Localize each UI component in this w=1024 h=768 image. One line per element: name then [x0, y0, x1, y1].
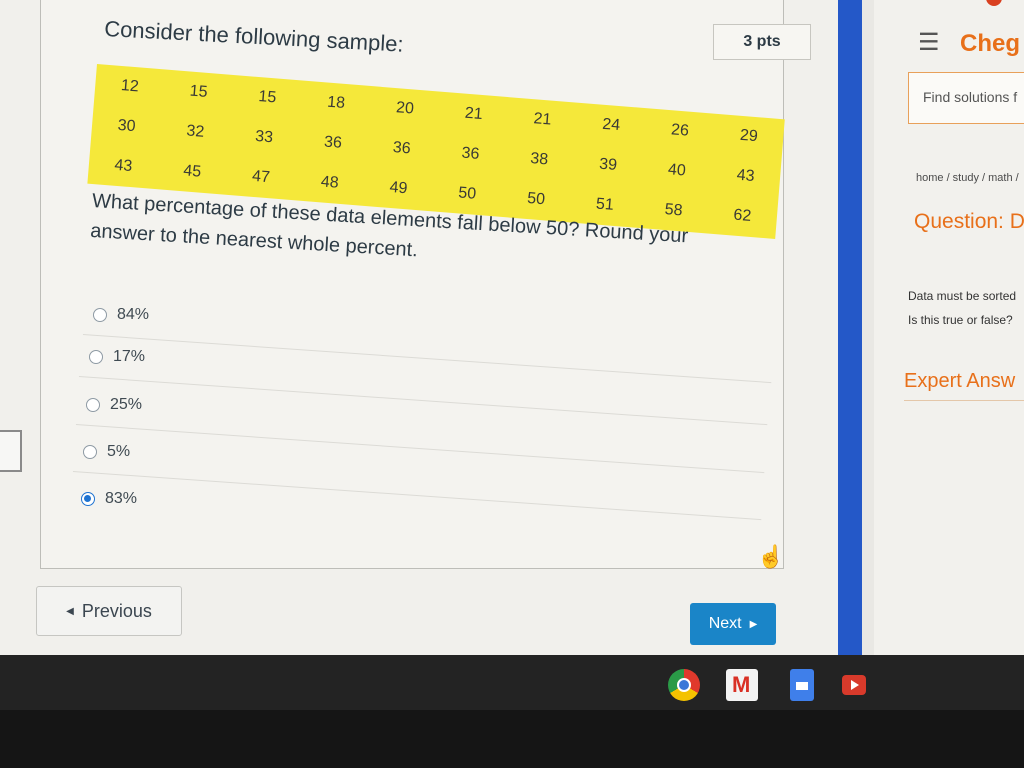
answer-option[interactable]: 83%	[81, 476, 137, 522]
sample-cell: 24	[601, 115, 621, 135]
docs-icon[interactable]	[790, 669, 814, 701]
right-triangle-icon: ▶	[749, 618, 758, 630]
sample-cell: 36	[323, 133, 343, 152]
answer-label: 83%	[105, 490, 138, 507]
sample-cell: 20	[395, 99, 415, 118]
radio-button[interactable]	[93, 308, 107, 322]
radio-button[interactable]	[86, 398, 100, 412]
sample-cell: 21	[532, 110, 553, 129]
sample-cell: 40	[667, 161, 687, 180]
sample-cell: 39	[598, 155, 618, 174]
left-triangle-icon: ◀	[66, 605, 74, 617]
sample-cell: 30	[117, 116, 137, 136]
divider-line	[904, 400, 1024, 401]
hamburger-menu-icon[interactable]: ☰	[918, 28, 940, 57]
quiz-page: 3 pts Consider the following sample: 12 1…	[0, 0, 838, 655]
question-snippet: Data must be sorted Is this true or fals…	[908, 284, 1016, 332]
divider-line	[75, 424, 765, 474]
sample-cell: 32	[185, 122, 205, 141]
question-card: 3 pts Consider the following sample: 12 1…	[40, 0, 811, 569]
sample-cell: 21	[464, 104, 484, 124]
sample-cell: 43	[736, 166, 756, 186]
taskbar	[0, 655, 1024, 768]
sample-cell: 26	[670, 121, 690, 140]
answer-option[interactable]: 25%	[75, 382, 765, 474]
question-prompt: Consider the following sample:	[103, 16, 405, 57]
chegg-logo[interactable]: Cheg	[960, 30, 1020, 58]
youtube-icon[interactable]	[842, 675, 866, 695]
answer-label: 25%	[110, 396, 143, 413]
gmail-icon[interactable]	[726, 669, 758, 701]
answer-option[interactable]: 17%	[78, 334, 768, 426]
previous-button[interactable]: ◀ Previous	[36, 586, 182, 636]
sample-cell: 38	[529, 150, 549, 169]
sample-cell: 36	[460, 144, 481, 163]
question-heading: Question: D	[914, 210, 1024, 233]
left-edge-box	[0, 430, 22, 472]
points-badge: 3 pts	[713, 24, 811, 60]
window-divider	[838, 0, 862, 665]
sample-cell: 29	[739, 126, 759, 146]
answer-option[interactable]: 5%	[72, 429, 762, 521]
search-input[interactable]: Find solutions f	[908, 72, 1024, 124]
question-line: Is this true or false?	[908, 313, 1013, 327]
sample-cell: 12	[120, 77, 140, 96]
breadcrumb[interactable]: home / study / math /	[916, 172, 1019, 184]
answer-label: 84%	[117, 306, 150, 323]
question-line: Data must be sorted	[908, 289, 1017, 303]
previous-label: Previous	[81, 600, 152, 621]
answer-label: 17%	[113, 348, 146, 365]
screen-bezel	[0, 710, 1024, 768]
sample-cell: 43	[113, 156, 133, 176]
sample-cell: 33	[254, 127, 274, 147]
sample-cell: 47	[251, 167, 271, 187]
radio-button-selected[interactable]	[81, 492, 95, 506]
notification-dot	[986, 0, 1002, 6]
hand-cursor-icon: ☝	[757, 544, 785, 569]
sample-cell: 45	[182, 162, 202, 181]
sample-cell: 36	[392, 139, 412, 158]
sample-cell: 15	[257, 88, 277, 107]
divider-line	[72, 471, 762, 521]
chrome-icon[interactable]	[668, 669, 700, 701]
next-button[interactable]: Next ▶	[690, 603, 776, 645]
radio-button[interactable]	[83, 445, 97, 459]
sample-cell: 18	[326, 93, 346, 112]
answer-option[interactable]: 84%	[82, 292, 772, 384]
chegg-panel: ☰ Cheg Find solutions f home / study / m…	[874, 0, 1024, 658]
divider-line	[78, 376, 768, 426]
next-label: Next	[708, 615, 742, 632]
expert-answer-heading: Expert Answ	[904, 370, 1016, 392]
answer-label: 5%	[107, 443, 131, 460]
sample-cell: 15	[189, 82, 209, 101]
radio-button[interactable]	[89, 350, 103, 364]
divider-line	[82, 334, 772, 384]
